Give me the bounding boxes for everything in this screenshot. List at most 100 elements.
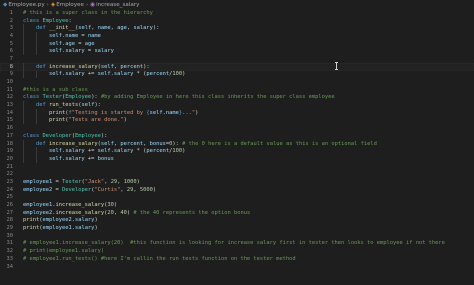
code-line[interactable]: 31 # employee1.increase_salary(20) #this …: [0, 240, 474, 248]
line-number: 32: [6, 248, 14, 255]
code-token: self: [100, 140, 114, 147]
code-token: percent: [146, 148, 170, 155]
code-token: class: [23, 94, 40, 101]
code-token: salary: [74, 225, 95, 232]
code-line[interactable]: 3 def __init__(self, name, age, salary):: [0, 24, 474, 33]
line-number: 30: [6, 232, 14, 239]
code-token: increase_salary: [48, 63, 98, 70]
code-token: Tester: [42, 94, 62, 101]
code-line[interactable]: 4 self.name = name: [0, 32, 474, 40]
code-line[interactable]: 10: [0, 78, 474, 86]
code-token: __init__: [48, 25, 75, 32]
code-token: ): [182, 148, 186, 155]
breadcrumb-file[interactable]: Employee.py: [8, 2, 44, 8]
code-line[interactable]: 12 class Tester(Employee): #by adding Emp…: [0, 94, 474, 102]
indent-guide: [36, 39, 37, 48]
line-number: 20: [6, 155, 14, 162]
code-token: 100: [172, 71, 183, 78]
code-line[interactable]: 23 employee1 = Tester("Jack", 29, 1000): [0, 178, 474, 186]
code-text: self.age = age: [23, 41, 94, 47]
code-line[interactable]: 26 employee1.increase_salary(30): [0, 201, 474, 209]
code-token: increase_salary: [55, 202, 105, 209]
code-line[interactable]: 20 self.salary += bonus: [0, 155, 474, 163]
line-number: 28: [6, 217, 14, 224]
code-line[interactable]: 21: [0, 163, 474, 171]
breadcrumb: ◆ Employee.py › ◈ Employee › ◉ increase_…: [0, 0, 474, 9]
line-number: 26: [6, 202, 14, 209]
code-text: employee1 = Tester("Jack", 29, 1000): [23, 179, 140, 185]
line-number: 17: [6, 132, 14, 139]
code-editor: ◆ Employee.py › ◈ Employee › ◉ increase_…: [0, 0, 474, 285]
code-token: bonus: [97, 155, 114, 162]
line-number: 14: [6, 109, 14, 116]
code-token: self: [48, 32, 62, 39]
code-line[interactable]: 16: [0, 124, 474, 132]
indent-guide: [36, 47, 37, 56]
code-line[interactable]: 9 self.salary += self.salary * (percent/…: [0, 70, 474, 79]
code-token: self: [100, 63, 114, 70]
code-token: "Curtis": [94, 186, 121, 193]
code-line[interactable]: 22: [0, 170, 474, 178]
code-token: name: [65, 32, 79, 39]
chevron-right-icon: ›: [46, 1, 49, 8]
code-token: increase_salary: [48, 140, 98, 147]
code-token: salary: [74, 217, 95, 224]
code-line[interactable]: 28 print(employee2.salary): [0, 217, 474, 225]
code-line[interactable]: 27 employee2.increase_salary(20, 40) # th…: [0, 209, 474, 217]
method-icon: ◉: [90, 1, 96, 8]
code-line[interactable]: 5 self.age = age: [0, 39, 474, 48]
code-line[interactable]: 30: [0, 232, 474, 240]
indent-guide: [23, 70, 24, 79]
code-token: def: [35, 102, 46, 109]
code-line[interactable]: 6 self.salary = salary: [0, 47, 474, 56]
code-text: employee1.increase_salary(30): [23, 202, 117, 208]
breadcrumb-method[interactable]: increase_salary: [96, 2, 139, 8]
code-token: ): [136, 178, 140, 185]
code-token: age: [84, 40, 95, 47]
code-line[interactable]: 33 # employee1.run_tests() #here I'm call…: [0, 255, 474, 263]
code-line[interactable]: 15 print("Tests are done."): [0, 116, 474, 125]
code-line[interactable]: 13 def run_tests(self):: [0, 101, 474, 109]
code-line[interactable]: 17 class Developer(Employee):: [0, 132, 474, 140]
code-line[interactable]: 34: [0, 263, 474, 271]
code-token: employee2: [23, 186, 53, 193]
code-token: ...": [182, 109, 196, 116]
code-token: 5000: [139, 186, 153, 193]
code-line[interactable]: 25: [0, 194, 474, 202]
code-token: =: [52, 178, 62, 185]
code-line[interactable]: 7: [0, 55, 474, 63]
code-text: print(f"Testing is started by {self.name…: [23, 110, 198, 116]
code-line[interactable]: 11 #this is a sub class: [0, 86, 474, 94]
line-number: 29: [6, 225, 14, 232]
code-line[interactable]: 19 self.salary += self.salary * (percent…: [0, 147, 474, 156]
code-token: class: [23, 132, 40, 139]
indent-guide: [23, 62, 24, 71]
code-token: employee2: [42, 217, 72, 224]
code-line[interactable]: 8 def increase_salary(self, percent):: [0, 62, 474, 71]
code-line[interactable]: 1 # this is a super class in the hierarch…: [0, 9, 474, 17]
code-token: ): [123, 117, 127, 124]
code-line[interactable]: 24 employee2 = Developer("Curtis", 29, 50…: [0, 186, 474, 194]
code-line[interactable]: 18 def increase_salary(self, percent, bo…: [0, 139, 474, 148]
code-line[interactable]: 29 print(employee1.salary): [0, 224, 474, 232]
code-text: employee2.increase_salary(20, 40) # the …: [23, 210, 250, 216]
code-token: 1000: [123, 178, 137, 185]
code-line[interactable]: 14 print(f"Testing is started by {self.n…: [0, 108, 474, 117]
code-token: print: [48, 109, 66, 116]
code-text: self.salary += self.salary * (percent/10…: [23, 148, 185, 154]
code-line[interactable]: 2 class Employee:: [0, 17, 474, 25]
indent-guide: [23, 108, 24, 117]
code-token: =: [74, 40, 85, 47]
code-token: # the 0 here is a default value as this …: [182, 140, 377, 147]
breadcrumb-class[interactable]: Employee: [56, 2, 84, 8]
code-token: Employee: [65, 94, 92, 101]
line-number: 5: [9, 40, 13, 47]
code-area[interactable]: 1 # this is a super class in the hierarch…: [0, 9, 474, 285]
code-text: def increase_salary(self, percent):: [23, 64, 150, 70]
line-number: 25: [6, 194, 14, 201]
code-token: increase_salary: [55, 209, 105, 216]
code-token: employee1: [42, 225, 72, 232]
code-line[interactable]: 32 # print(employee1.salary): [0, 247, 474, 255]
code-token: ): [94, 217, 98, 224]
